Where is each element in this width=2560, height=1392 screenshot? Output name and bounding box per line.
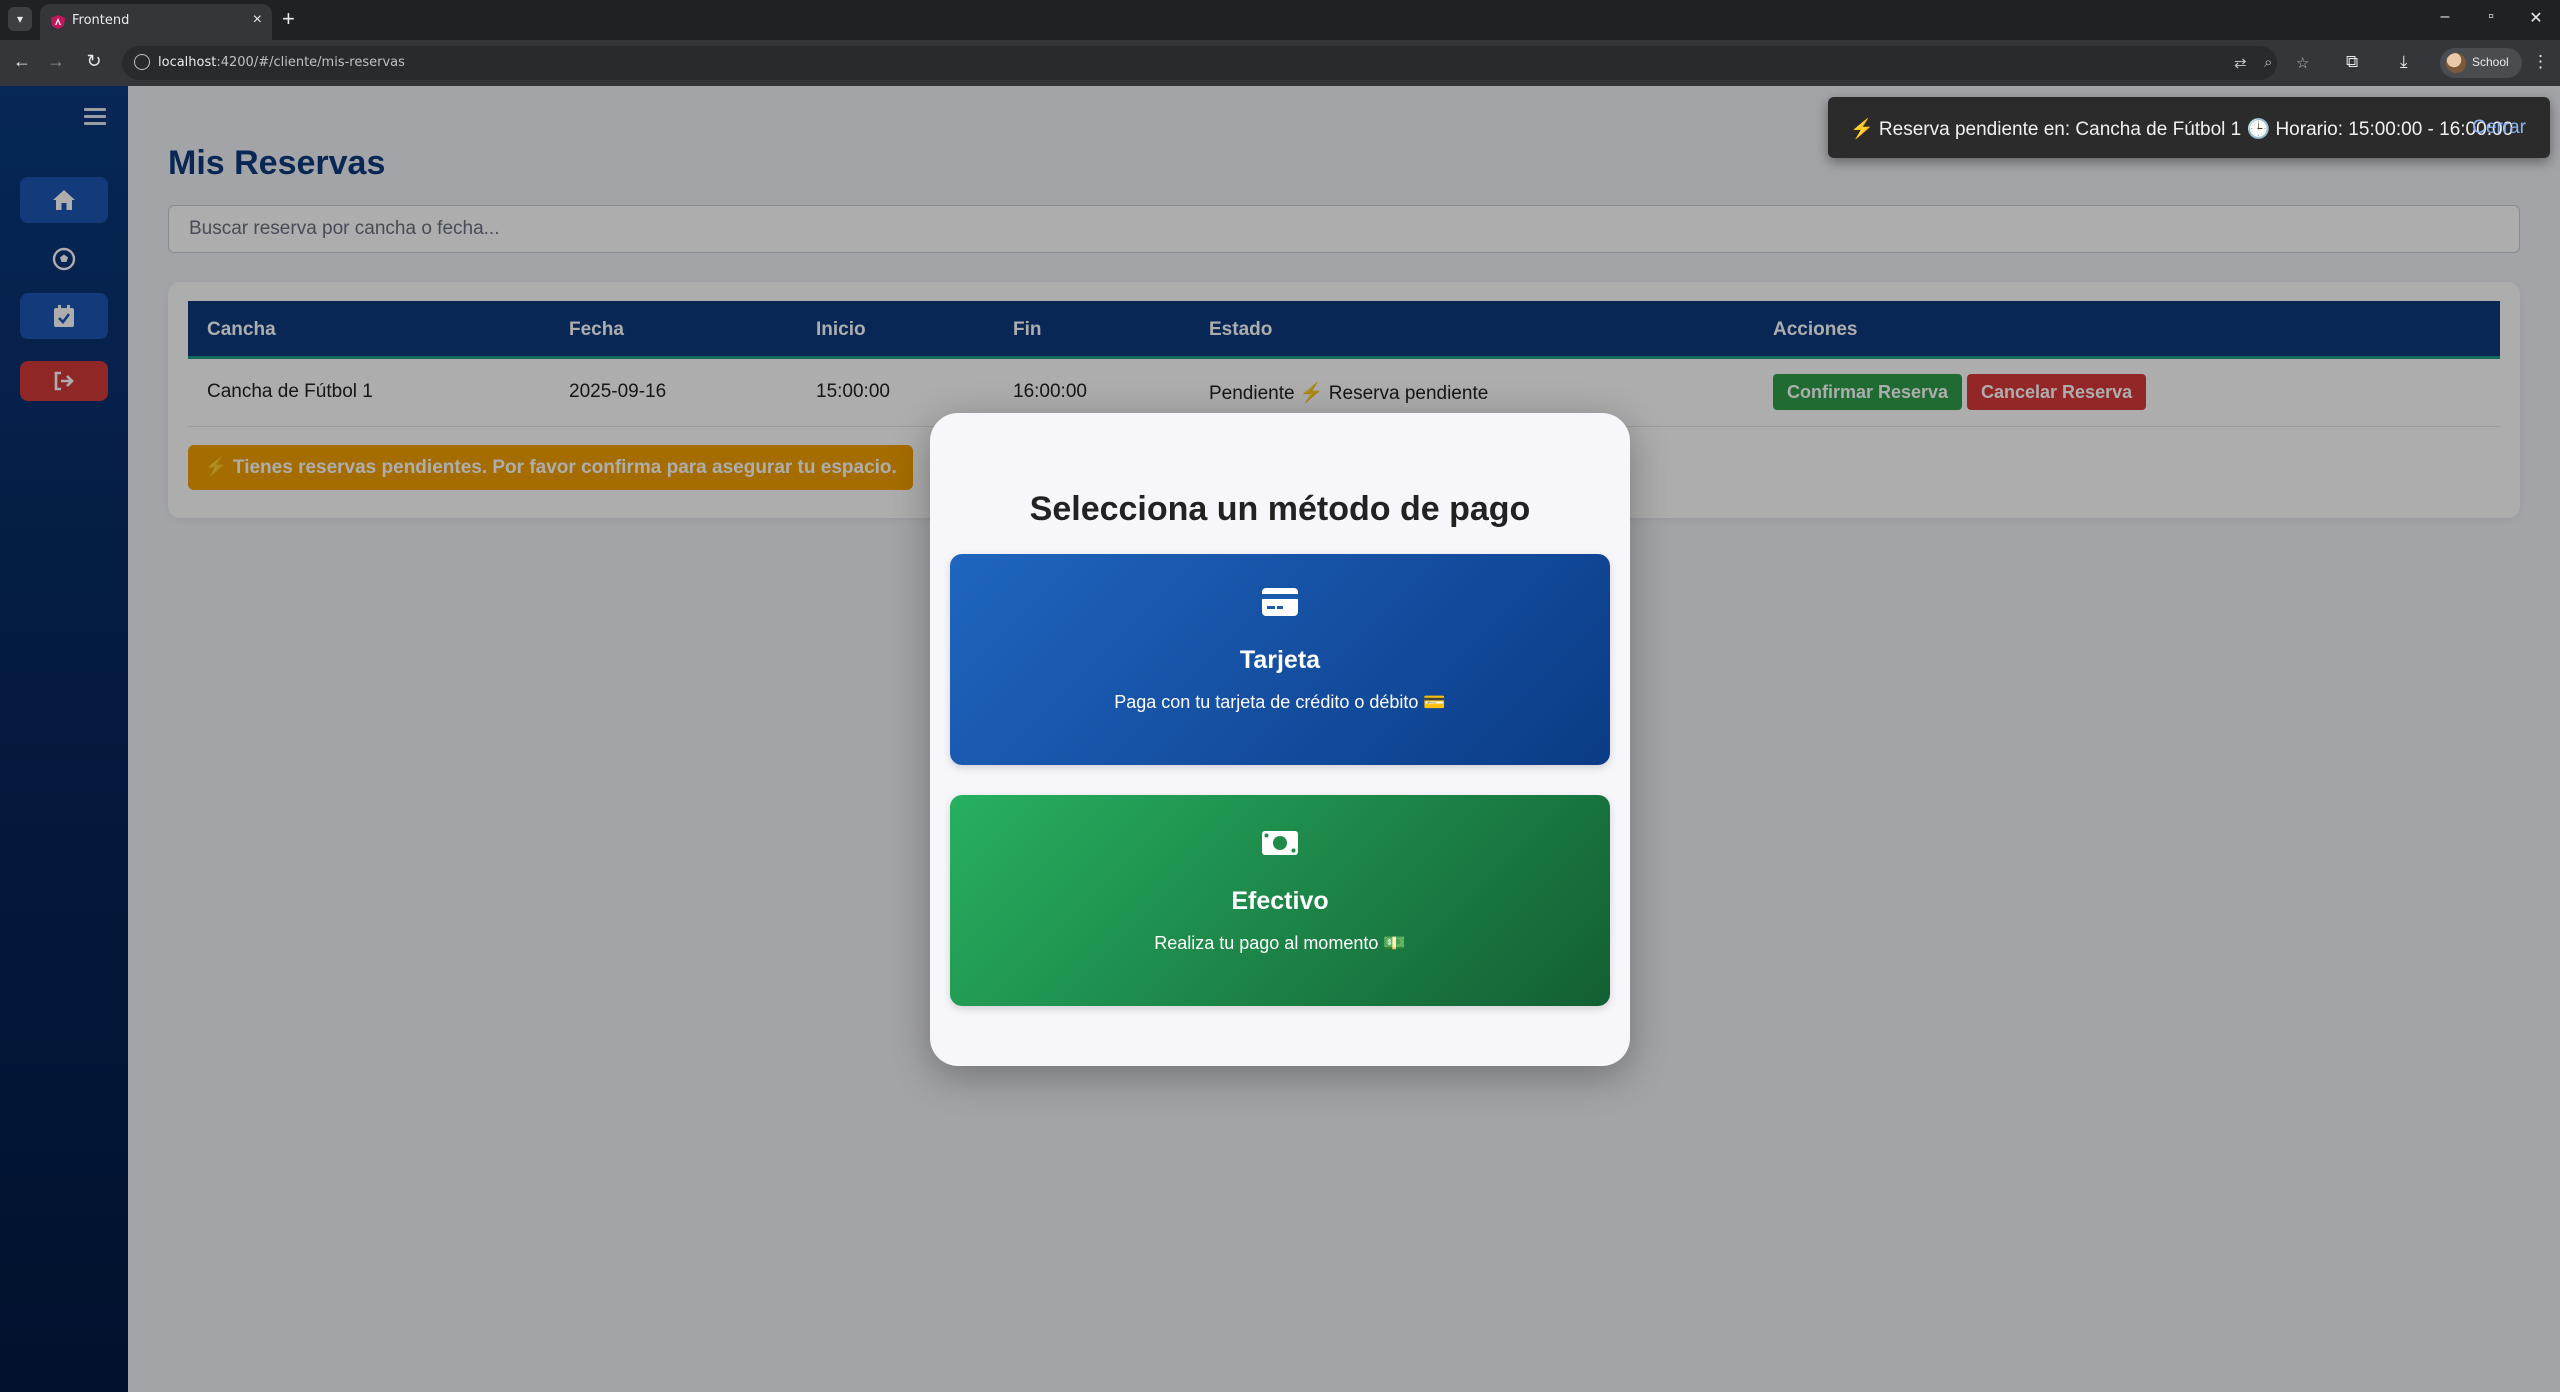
browser-tab[interactable]: Frontend × [40, 4, 272, 40]
extensions-icon[interactable]: ⧉ [2346, 52, 2358, 72]
payment-option-label: Efectivo [1231, 887, 1329, 915]
new-tab-button[interactable]: + [282, 6, 295, 32]
money-bill-icon [1262, 831, 1298, 855]
reload-button[interactable]: ↻ [82, 51, 106, 72]
toast-message: ⚡ Reserva pendiente en: Cancha de Fútbol… [1850, 119, 2514, 140]
toast-close-button[interactable]: Cerrar [2472, 117, 2526, 139]
payment-option-tarjeta[interactable]: Tarjeta Paga con tu tarjeta de crédito o… [950, 554, 1610, 765]
minimize-button[interactable]: – [2430, 8, 2460, 26]
payment-option-label: Tarjeta [1239, 646, 1321, 674]
credit-card-icon [1262, 588, 1298, 616]
notification-toast: ⚡ Reserva pendiente en: Cancha de Fútbol… [1828, 97, 2550, 158]
payment-method-modal: Selecciona un método de pago Tarjeta Pag… [930, 413, 1630, 1066]
address-bar[interactable]: localhost:4200/#/cliente/mis-reservas ⇄ … [122, 46, 2309, 80]
angular-favicon-icon [51, 15, 65, 29]
back-button[interactable]: ← [10, 51, 34, 72]
downloads-icon[interactable]: ⤓ [2400, 52, 2408, 72]
avatar [2446, 53, 2466, 73]
browser-tabstrip: ▾ Frontend × + – ▫ ✕ [0, 0, 2560, 40]
restore-button[interactable]: ▫ [2476, 8, 2506, 26]
translate-icon[interactable]: ⇄ [2234, 54, 2247, 72]
browser-toolbar: ← → ↻ localhost:4200/#/cliente/mis-reser… [0, 40, 2560, 86]
bookmark-star-icon[interactable]: ☆ [2296, 54, 2309, 72]
zoom-icon[interactable]: ⌕ [2264, 54, 2272, 71]
site-info-icon[interactable] [134, 54, 150, 70]
payment-option-description: Realiza tu pago al momento 💵 [1154, 933, 1406, 953]
tab-title: Frontend [72, 13, 130, 28]
close-window-button[interactable]: ✕ [2521, 8, 2551, 28]
payment-option-efectivo[interactable]: Efectivo Realiza tu pago al momento 💵 [950, 795, 1610, 1006]
forward-button[interactable]: → [44, 51, 68, 72]
payment-option-description: Paga con tu tarjeta de crédito o débito … [1114, 692, 1446, 712]
tab-close-icon[interactable]: × [253, 11, 262, 29]
modal-title: Selecciona un método de pago [1029, 490, 1531, 528]
profile-button[interactable]: School [2440, 48, 2522, 78]
browser-menu-icon[interactable]: ⋮ [2532, 52, 2549, 72]
profile-name: School [2472, 55, 2509, 69]
tab-search-button[interactable]: ▾ [8, 7, 32, 31]
url-text: localhost:4200/#/cliente/mis-reservas [158, 55, 405, 70]
